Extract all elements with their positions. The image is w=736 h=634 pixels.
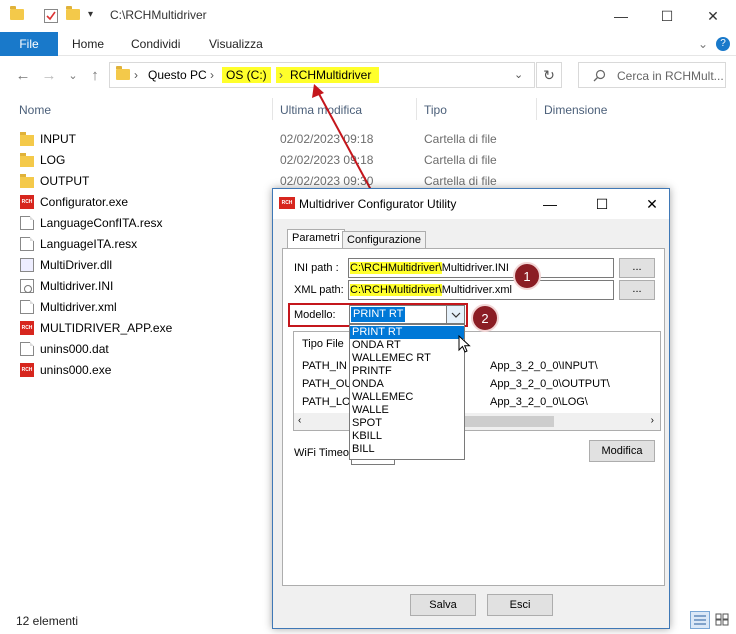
modify-button[interactable]: Modifica	[589, 440, 655, 462]
model-label: Modello:	[294, 309, 336, 321]
tab-parametri[interactable]: Parametri	[287, 229, 345, 249]
model-option[interactable]: WALLE	[350, 404, 464, 417]
ini-browse-button[interactable]: ...	[619, 258, 655, 278]
xml-path-dir: C:\RCHMultidriver\	[350, 284, 442, 296]
exit-button[interactable]: Esci	[487, 594, 553, 616]
wifi-timeout-label: WiFi Timeo	[294, 447, 349, 459]
model-option[interactable]: SPOT	[350, 417, 464, 430]
grid-cell-name[interactable]: PATH_OU	[302, 378, 352, 390]
grid-cell-path[interactable]: App_3_2_0_0\INPUT\	[490, 360, 598, 372]
xml-path-field[interactable]: C:\RCHMultidriver\Multidriver.xml	[348, 280, 614, 300]
dialog-title: Multidriver Configurator Utility	[299, 197, 457, 211]
ini-path-field[interactable]: C:\RCHMultidriver\Multidriver.INI	[348, 258, 614, 278]
model-option[interactable]: ONDA RT	[350, 339, 464, 352]
model-option[interactable]: WALLEMEC	[350, 391, 464, 404]
tab-configurazione[interactable]: Configurazione	[342, 231, 426, 249]
dialog-minimize-button[interactable]: —	[533, 189, 567, 219]
xml-path-label: XML path:	[294, 284, 344, 296]
model-option[interactable]: WALLEMEC RT	[350, 352, 464, 365]
grid-header-tipo-file: Tipo File	[302, 338, 344, 350]
callout-1-badge: 1	[513, 262, 541, 290]
model-option[interactable]: KBILL	[350, 430, 464, 443]
grid-cell-name[interactable]: PATH_LO	[302, 396, 351, 408]
mouse-cursor-icon	[458, 335, 471, 353]
model-select[interactable]: PRINT RT	[349, 305, 465, 324]
dialog-close-button[interactable]: ✕	[635, 189, 669, 219]
model-option[interactable]: ONDA	[350, 378, 464, 391]
dialog-title-bar: RCH Multidriver Configurator Utility — ☐…	[273, 189, 669, 219]
rch-app-icon: RCH	[279, 197, 295, 209]
callout-2-badge: 2	[471, 304, 499, 332]
grid-cell-path[interactable]: App_3_2_0_0\OUTPUT\	[490, 378, 610, 390]
scroll-left-icon[interactable]: ‹	[298, 415, 301, 426]
model-option[interactable]: BILL	[350, 443, 464, 456]
model-option[interactable]: PRINTF	[350, 365, 464, 378]
xml-path-file: Multidriver.xml	[441, 284, 512, 296]
chevron-down-icon[interactable]	[446, 306, 464, 323]
grid-cell-path[interactable]: App_3_2_0_0\LOG\	[490, 396, 588, 408]
model-dropdown-list[interactable]: PRINT RT ONDA RT WALLEMEC RT PRINTF ONDA WALL…	[349, 324, 465, 460]
ini-path-file: Multidriver.INI	[441, 262, 509, 274]
dialog-maximize-button[interactable]: ☐	[585, 189, 619, 219]
xml-browse-button[interactable]: ...	[619, 280, 655, 300]
model-option[interactable]: PRINT RT	[350, 326, 464, 339]
ini-path-dir: C:\RCHMultidriver\	[350, 262, 442, 274]
ini-path-label: INI path :	[294, 262, 339, 274]
grid-cell-name[interactable]: PATH_IN	[302, 360, 347, 372]
model-selected-value: PRINT RT	[351, 307, 406, 322]
configurator-dialog: RCH Multidriver Configurator Utility — ☐…	[272, 188, 670, 629]
scroll-right-icon[interactable]: ›	[651, 415, 654, 426]
save-button[interactable]: Salva	[410, 594, 476, 616]
